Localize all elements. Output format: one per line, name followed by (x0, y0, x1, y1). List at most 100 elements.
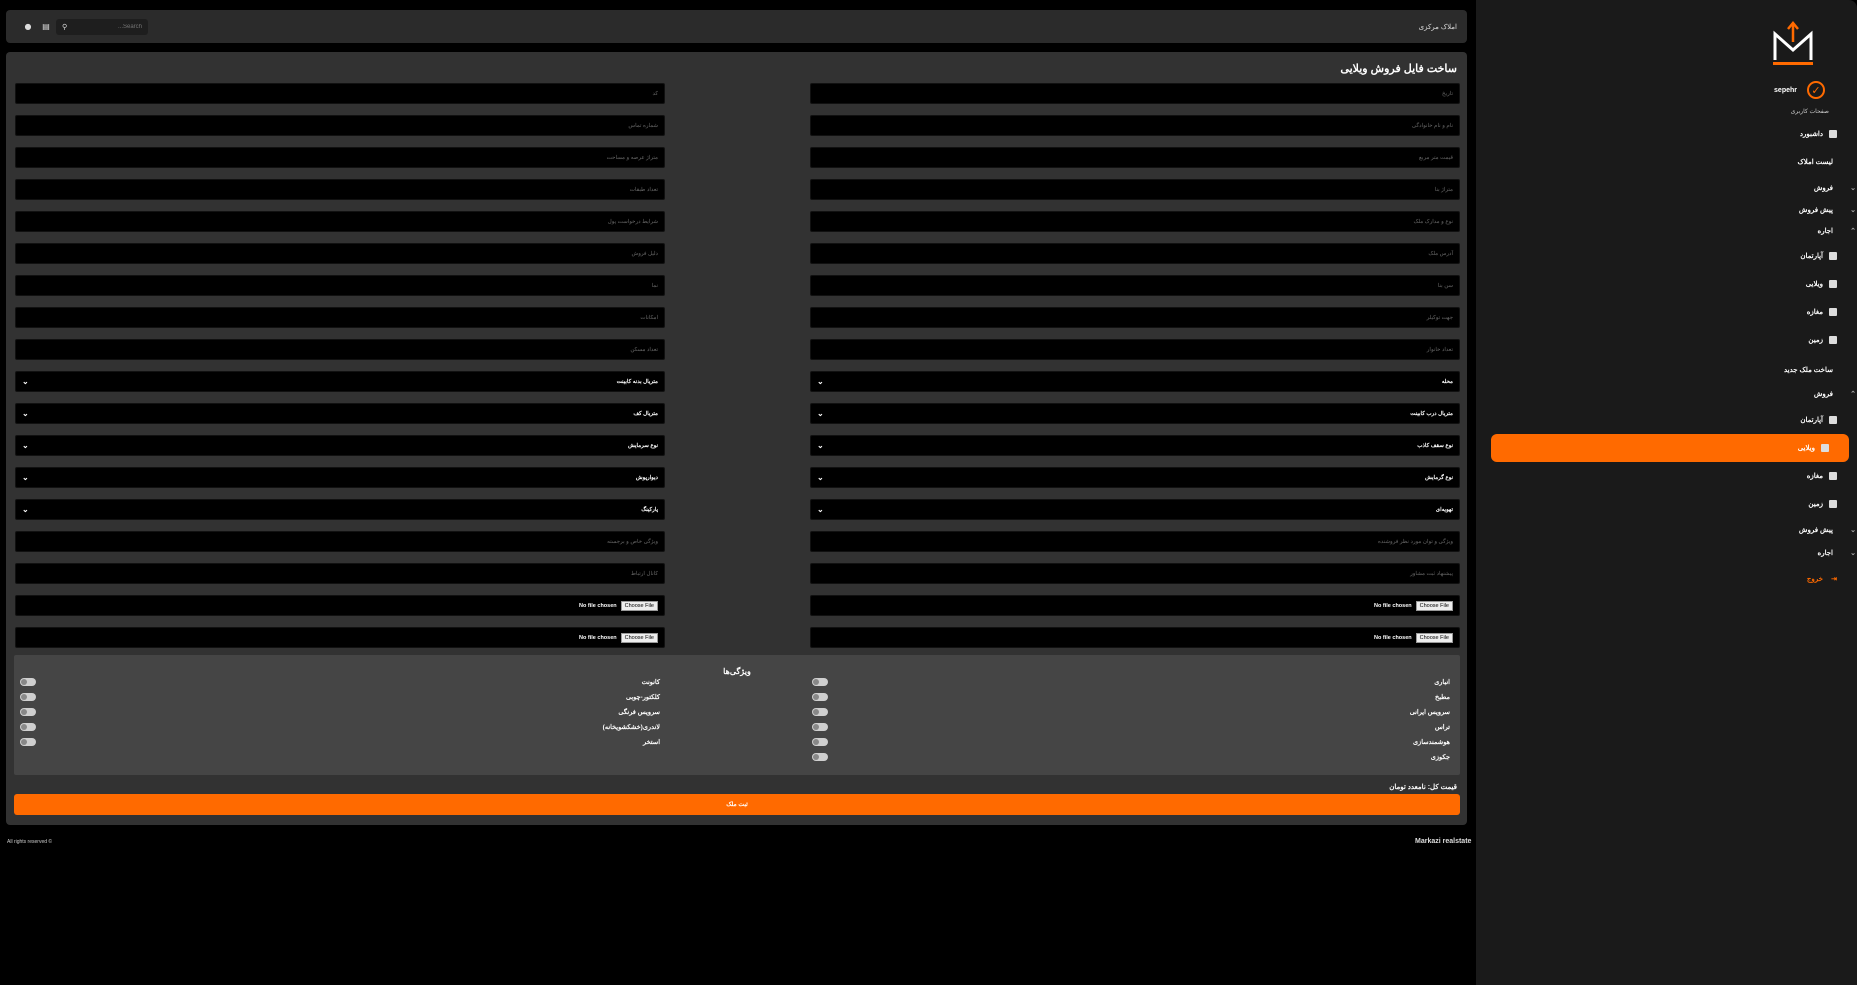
text-input[interactable]: شرایط درخواست پول (15, 211, 665, 232)
submit-button[interactable]: ثبت ملک (14, 794, 1460, 815)
select-dropdown[interactable]: محله ⌄ (810, 371, 1460, 392)
dashboard-icon (1829, 130, 1837, 138)
feature-label: تراس (1434, 724, 1450, 731)
chevron-down-icon: ⌄ (1850, 207, 1856, 214)
select-dropdown[interactable]: تهویه‌ای ⌄ (810, 499, 1460, 520)
file-input[interactable]: Choose File No file chosen (810, 595, 1460, 616)
building-icon (1829, 308, 1837, 316)
sidebar-item-label: داشبورد (1799, 131, 1823, 138)
sidebar-item[interactable]: داشبورد (1476, 124, 1857, 144)
feature-toggle[interactable] (812, 723, 828, 731)
sidebar-item[interactable]: ویلایی (1476, 274, 1857, 294)
feature-label: سرویس فرنگی (618, 709, 660, 716)
choose-file-button[interactable]: Choose File (620, 600, 658, 611)
text-input[interactable]: آدرس ملک (810, 243, 1460, 264)
sidebar-item[interactable]: ⇥ خروج (1476, 569, 1857, 589)
sidebar-item-label: زمین (1808, 337, 1823, 344)
text-input[interactable]: تعداد خانوار (810, 339, 1460, 360)
select-value: متریال بدنه کابینت (616, 378, 658, 385)
text-input[interactable]: تعداد طبقات (15, 179, 665, 200)
feature-label: سرویس ایرانی (1409, 709, 1450, 716)
chat-icon[interactable]: ▤ (40, 21, 52, 33)
feature-toggle[interactable] (20, 723, 36, 731)
sidebar-item[interactable]: مغازه (1476, 302, 1857, 322)
text-input[interactable]: نما (15, 275, 665, 296)
sidebar-item[interactable]: زمین (1476, 330, 1857, 350)
feature-toggle[interactable] (20, 693, 36, 701)
text-input[interactable]: کد (15, 83, 665, 104)
input-placeholder: ویژگی و توان مورد نظر فروشنده (1378, 538, 1453, 545)
sidebar-item[interactable]: فروش ⌄ (1476, 178, 1857, 198)
text-input[interactable]: شماره تماس (15, 115, 665, 136)
sidebar-item[interactable]: آپارتمان (1476, 246, 1857, 266)
sidebar-item[interactable]: ساخت ملک جدید (1476, 360, 1857, 380)
sidebar-item[interactable]: مغازه (1476, 466, 1857, 486)
input-placeholder: کد (652, 90, 658, 97)
text-input[interactable]: کانال ارتباط (15, 563, 665, 584)
sidebar-item[interactable]: ویلایی (1491, 434, 1849, 462)
input-placeholder: تعداد طبقات (629, 186, 658, 193)
chevron-down-icon: ⌄ (1850, 550, 1856, 557)
sidebar-item[interactable]: زمین (1476, 494, 1857, 514)
choose-file-button[interactable]: Choose File (1415, 600, 1453, 611)
chevron-down-icon: ⌄ (817, 409, 824, 418)
select-dropdown[interactable]: نوع گرمایش ⌄ (810, 467, 1460, 488)
sidebar-item[interactable]: پیش فروش ⌄ (1476, 520, 1857, 540)
select-dropdown[interactable]: پارکینگ ⌄ (15, 499, 665, 520)
feature-toggle[interactable] (812, 693, 828, 701)
sidebar-item[interactable]: لیست املاک (1476, 152, 1857, 172)
select-dropdown[interactable]: دیوارپوش ⌄ (15, 467, 665, 488)
search-input[interactable] (67, 23, 142, 30)
feature-toggle[interactable] (812, 708, 828, 716)
input-placeholder: شماره تماس (628, 122, 658, 129)
text-input[interactable]: تعداد مسکن (15, 339, 665, 360)
search-box[interactable]: ⚲ (56, 18, 148, 35)
sidebar-item-label: فروش (1813, 391, 1833, 398)
feature-toggle[interactable] (20, 738, 36, 746)
building-icon (1829, 472, 1837, 480)
chevron-down-icon: ⌄ (817, 505, 824, 514)
user-profile[interactable]: ✓ sepehr (1489, 80, 1849, 100)
sidebar-item[interactable]: آپارتمان (1476, 410, 1857, 430)
text-input[interactable]: پیشنهاد ثبت مشاور (810, 563, 1460, 584)
sidebar-item[interactable]: اجاره ⌄ (1476, 543, 1857, 563)
text-input[interactable]: قیمت متر مربع (810, 147, 1460, 168)
select-dropdown[interactable]: متریال کف ⌄ (15, 403, 665, 424)
bell-icon[interactable]: ● (22, 21, 34, 33)
feature-toggle[interactable] (20, 678, 36, 686)
input-placeholder: تعداد خانوار (1426, 346, 1453, 353)
choose-file-button[interactable]: Choose File (1415, 632, 1453, 643)
text-input[interactable]: نام و نام خانوادگی (810, 115, 1460, 136)
sidebar-item[interactable]: پیش فروش ⌄ (1476, 200, 1857, 220)
exit-icon: ⇥ (1831, 576, 1837, 583)
text-input[interactable]: نوع و مدارک ملک (810, 211, 1460, 232)
text-input[interactable]: سن بنا (810, 275, 1460, 296)
feature-toggle[interactable] (812, 678, 828, 686)
text-input[interactable]: دلیل فروش (15, 243, 665, 264)
text-input[interactable]: تاریخ (810, 83, 1460, 104)
file-status: No file chosen (579, 602, 617, 609)
select-dropdown[interactable]: متریال درب کابینت ⌄ (810, 403, 1460, 424)
file-input[interactable]: Choose File No file chosen (810, 627, 1460, 648)
sidebar-item[interactable]: اجاره ⌃ (1476, 221, 1857, 241)
feature-toggle[interactable] (812, 753, 828, 761)
text-input[interactable]: ویژگی خاص و برجسته (15, 531, 665, 552)
text-input[interactable]: متراژ عرصه و مساحت (15, 147, 665, 168)
select-dropdown[interactable]: متریال بدنه کابینت ⌄ (15, 371, 665, 392)
select-value: نوع سرمایش (628, 442, 658, 449)
select-dropdown[interactable]: نوع سرمایش ⌄ (15, 435, 665, 456)
choose-file-button[interactable]: Choose File (620, 632, 658, 643)
text-input[interactable]: متراژ بنا (810, 179, 1460, 200)
text-input[interactable]: ویژگی و توان مورد نظر فروشنده (810, 531, 1460, 552)
text-input[interactable]: جهت توکیلر (810, 307, 1460, 328)
sidebar-item-label: آپارتمان (1800, 253, 1823, 260)
text-input[interactable]: امکانات (15, 307, 665, 328)
chevron-down-icon: ⌄ (22, 473, 29, 482)
select-dropdown[interactable]: نوع سقف کاذب ⌄ (810, 435, 1460, 456)
file-status: No file chosen (1374, 602, 1412, 609)
file-input[interactable]: Choose File No file chosen (15, 627, 665, 648)
sidebar-item[interactable]: فروش ⌃ (1476, 384, 1857, 404)
file-input[interactable]: Choose File No file chosen (15, 595, 665, 616)
feature-toggle[interactable] (812, 738, 828, 746)
feature-toggle[interactable] (20, 708, 36, 716)
